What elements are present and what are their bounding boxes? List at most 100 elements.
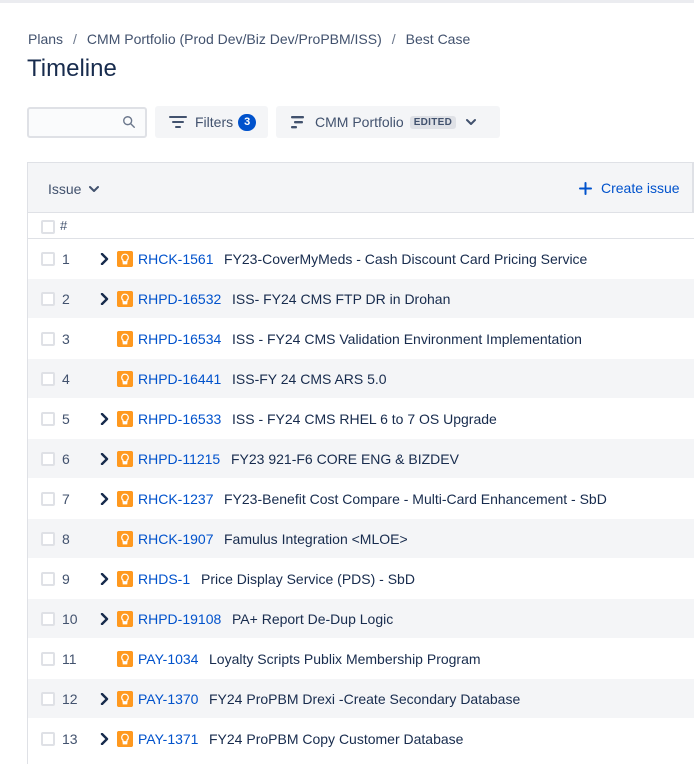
epic-icon	[117, 371, 133, 387]
page-title: Timeline	[27, 55, 117, 82]
epic-icon	[117, 651, 133, 667]
issue-summary: Price Display Service (PDS) - SbD	[201, 571, 415, 587]
select-all-row: #	[28, 213, 694, 239]
issue-header-label: Issue	[48, 181, 82, 197]
epic-icon	[117, 731, 133, 747]
row-checkbox[interactable]	[41, 452, 55, 466]
issue-summary: PA+ Report De-Dup Logic	[232, 611, 394, 627]
chevron-right-icon[interactable]	[100, 253, 110, 265]
view-label: CMM Portfolio	[315, 114, 404, 130]
issue-key-link[interactable]: RHCK-1907	[138, 531, 213, 547]
issue-key-link[interactable]: PAY-1371	[138, 731, 198, 747]
row-checkbox[interactable]	[41, 332, 55, 346]
filter-icon	[169, 116, 187, 128]
row-number: 6	[62, 451, 70, 467]
issue-summary: FY24 ProPBM Copy Customer Database	[209, 731, 464, 747]
breadcrumb-separator: /	[391, 31, 396, 47]
chevron-right-icon[interactable]	[100, 573, 110, 585]
chevron-right-icon[interactable]	[100, 493, 110, 505]
chevron-right-icon[interactable]	[100, 613, 110, 625]
epic-icon	[117, 251, 133, 267]
table-row[interactable]: 9 RHDS-1 Price Display Service (PDS) - SbD	[28, 559, 694, 599]
breadcrumb-portfolio[interactable]: CMM Portfolio (Prod Dev/Biz Dev/ProPBM/I…	[87, 31, 382, 47]
row-checkbox[interactable]	[41, 492, 55, 506]
epic-icon	[117, 331, 133, 347]
table-row[interactable]: 11 PAY-1034 Loyalty Scripts Publix Members…	[28, 639, 694, 679]
issue-key-link[interactable]: RHPD-19108	[138, 611, 221, 627]
row-checkbox[interactable]	[41, 372, 55, 386]
issue-key-link[interactable]: RHCK-1561	[138, 251, 213, 267]
breadcrumb-plans[interactable]: Plans	[28, 31, 63, 47]
chevron-right-icon[interactable]	[100, 693, 110, 705]
row-checkbox[interactable]	[41, 252, 55, 266]
filters-label: Filters	[195, 114, 234, 130]
issue-summary: FY24 ProPBM Drexi -Create Secondary Data…	[209, 691, 521, 707]
row-checkbox[interactable]	[41, 732, 55, 746]
top-divider	[0, 0, 694, 3]
chevron-right-icon[interactable]	[100, 453, 110, 465]
issue-key-link[interactable]: PAY-1034	[138, 651, 198, 667]
chevron-right-icon[interactable]	[100, 413, 110, 425]
chevron-down-icon	[466, 119, 477, 125]
issue-summary: FY23-CoverMyMeds - Cash Discount Card Pr…	[224, 251, 588, 267]
issue-column-header[interactable]: Issue	[48, 181, 100, 197]
row-checkbox[interactable]	[41, 572, 55, 586]
issue-key-link[interactable]: RHPD-16441	[138, 371, 221, 387]
issue-key-link[interactable]: RHCK-1237	[138, 491, 213, 507]
chevron-down-icon	[89, 186, 100, 192]
epic-icon	[117, 411, 133, 427]
epic-icon	[117, 611, 133, 627]
issue-summary: Famulus Integration <MLOE>	[224, 531, 408, 547]
row-number: 2	[62, 291, 70, 307]
row-number: 1	[62, 251, 70, 267]
issue-key-link[interactable]: RHPD-16532	[138, 291, 221, 307]
issue-table: Issue Create issue # 1 RHCK-1561 FY23-Cove…	[27, 162, 694, 764]
table-row[interactable]: 8 RHCK-1907 Famulus Integration <MLOE>	[28, 519, 694, 559]
table-row[interactable]: 2 RHPD-16532 ISS- FY24 CMS FTP DR in Droha…	[28, 279, 694, 319]
row-checkbox[interactable]	[41, 652, 55, 666]
filters-count-badge: 3	[238, 113, 257, 131]
search-input[interactable]	[29, 109, 119, 136]
issue-key-link[interactable]: RHDS-1	[138, 571, 190, 587]
breadcrumb-scenario[interactable]: Best Case	[406, 31, 471, 47]
table-row[interactable]: 5 RHPD-16533 ISS - FY24 CMS RHEL 6 to 7 OS…	[28, 399, 694, 439]
view-settings-button[interactable]: CMM Portfolio EDITED	[276, 106, 500, 138]
issue-key-link[interactable]: RHPD-11215	[138, 451, 220, 467]
table-row[interactable]: 6 RHPD-11215 FY23 921-F6 CORE ENG & BIZDEV	[28, 439, 694, 479]
row-checkbox[interactable]	[41, 532, 55, 546]
breadcrumb: Plans / CMM Portfolio (Prod Dev/Biz Dev/…	[28, 31, 470, 47]
epic-icon	[117, 571, 133, 587]
row-number: 5	[62, 411, 70, 427]
row-checkbox[interactable]	[41, 612, 55, 626]
row-number: 9	[62, 571, 70, 587]
filters-button[interactable]: Filters 3	[155, 106, 268, 138]
chevron-right-icon[interactable]	[100, 293, 110, 305]
table-row[interactable]: 3 RHPD-16534 ISS - FY24 CMS Validation Env…	[28, 319, 694, 359]
table-row[interactable]: 7 RHCK-1237 FY23-Benefit Cost Compare - Mu…	[28, 479, 694, 519]
table-header: Issue Create issue	[28, 163, 694, 213]
issue-key-link[interactable]: RHPD-16534	[138, 331, 221, 347]
row-number: 13	[62, 731, 78, 747]
plus-icon	[579, 181, 592, 195]
create-issue-label: Create issue	[601, 180, 680, 196]
table-row[interactable]: 12 PAY-1370 FY24 ProPBM Drexi -Create Seco…	[28, 679, 694, 719]
issue-summary: ISS-FY 24 CMS ARS 5.0	[232, 371, 387, 387]
row-number: 4	[62, 371, 70, 387]
table-row[interactable]: 13 PAY-1371 FY24 ProPBM Copy Customer Data…	[28, 719, 694, 759]
row-number: 10	[62, 611, 78, 627]
row-checkbox[interactable]	[41, 412, 55, 426]
row-checkbox[interactable]	[41, 292, 55, 306]
issue-key-link[interactable]: RHPD-16533	[138, 411, 221, 427]
issue-key-link[interactable]: PAY-1370	[138, 691, 198, 707]
issue-summary: Loyalty Scripts Publix Membership Progra…	[209, 651, 481, 667]
table-row[interactable]: 10 RHPD-19108 PA+ Report De-Dup Logic	[28, 599, 694, 639]
chevron-right-icon[interactable]	[100, 733, 110, 745]
row-checkbox[interactable]	[41, 692, 55, 706]
table-row[interactable]: 1 RHCK-1561 FY23-CoverMyMeds - Cash Discou…	[28, 239, 694, 279]
issue-summary: ISS - FY24 CMS Validation Environment Im…	[232, 331, 582, 347]
table-row[interactable]: 4 RHPD-16441 ISS-FY 24 CMS ARS 5.0	[28, 359, 694, 399]
select-all-checkbox[interactable]	[41, 220, 55, 234]
search-icon	[123, 116, 135, 128]
create-issue-button[interactable]: Create issue	[579, 180, 680, 196]
issue-summary: FY23-Benefit Cost Compare - Multi-Card E…	[224, 491, 607, 507]
